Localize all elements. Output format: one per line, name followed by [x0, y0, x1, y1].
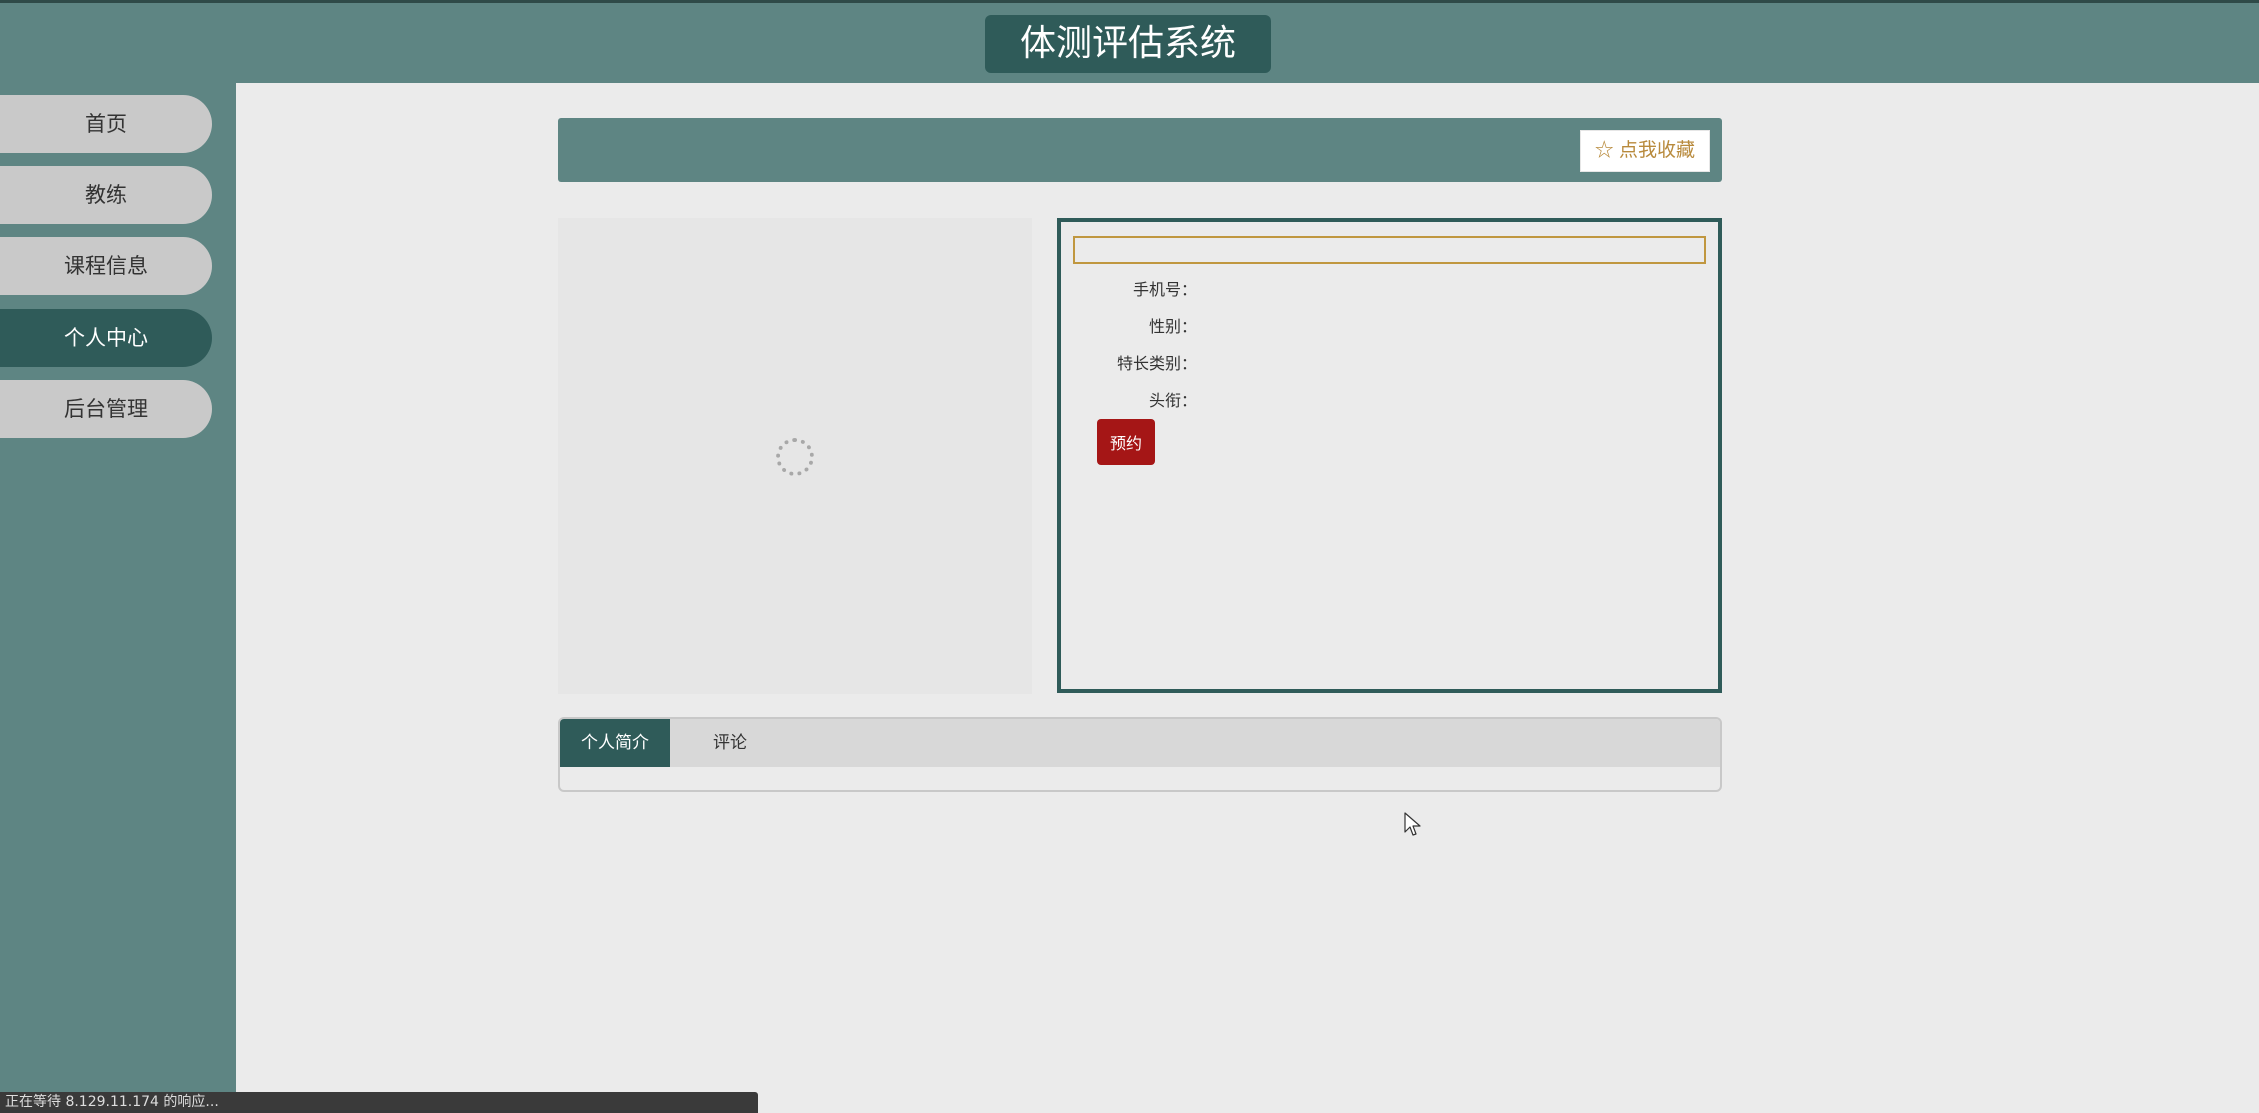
sidebar-nav: 首页 教练 课程信息 个人中心 后台管理: [0, 83, 236, 1113]
sidebar-item-admin[interactable]: 后台管理: [0, 380, 212, 438]
sidebar-item-personal-center[interactable]: 个人中心: [0, 309, 212, 367]
mouse-cursor-icon: [1404, 812, 1421, 836]
coach-info-panel: 手机号： 性别： 特长类别： 头衔： 预约: [1057, 218, 1722, 693]
loading-spinner-icon: [776, 438, 814, 476]
detail-title-bar: ☆ 点我收藏: [558, 118, 1722, 182]
tab-personal-intro[interactable]: 个人简介: [560, 719, 670, 767]
detail-tabs: 个人简介 评论: [558, 717, 1722, 792]
app-header: 体测评估系统: [0, 0, 2259, 83]
app-title: 体测评估系统: [985, 15, 1271, 73]
sidebar-item-course-info[interactable]: 课程信息: [0, 237, 212, 295]
sidebar-item-home[interactable]: 首页: [0, 95, 212, 153]
coach-image-panel: [558, 218, 1032, 694]
gender-label: 性别：: [1148, 317, 1197, 336]
tab-bar: 个人简介 评论: [560, 719, 1720, 767]
phone-label: 手机号：: [1132, 280, 1197, 299]
browser-status-bar: 正在等待 8.129.11.174 的响应...: [0, 1092, 758, 1113]
favorite-button[interactable]: ☆ 点我收藏: [1579, 130, 1710, 172]
title-label: 头衔：: [1148, 391, 1197, 410]
tab-comments[interactable]: 评论: [670, 719, 790, 767]
sidebar-item-coach[interactable]: 教练: [0, 166, 212, 224]
specialty-label: 特长类别：: [1116, 354, 1197, 373]
book-button[interactable]: 预约: [1097, 419, 1155, 465]
coach-name-field[interactable]: [1073, 236, 1706, 264]
